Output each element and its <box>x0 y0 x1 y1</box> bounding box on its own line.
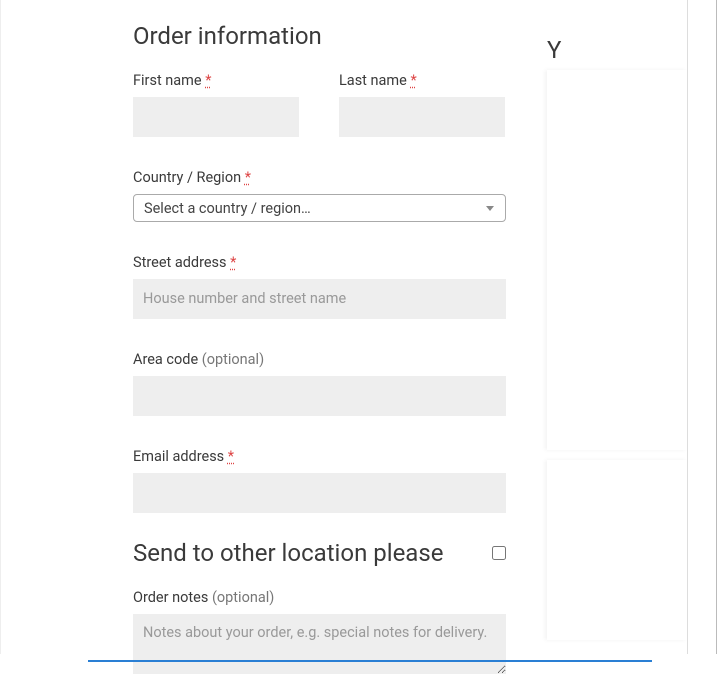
required-marker: * <box>245 169 251 186</box>
right-panel-heading: Y <box>547 36 687 64</box>
area-code-field[interactable] <box>133 376 506 416</box>
street-field[interactable] <box>133 279 506 319</box>
right-panel <box>547 70 687 450</box>
required-marker: * <box>205 72 211 89</box>
last-name-label: Last name * <box>339 72 505 89</box>
email-label: Email address * <box>133 448 506 465</box>
order-info-heading: Order information <box>133 22 506 50</box>
country-select-placeholder: Select a country / region… <box>144 200 311 217</box>
street-label: Street address * <box>133 254 506 271</box>
optional-suffix: (optional) <box>212 589 274 606</box>
last-name-field[interactable] <box>339 97 505 137</box>
ship-other-heading: Send to other location please <box>133 539 443 567</box>
country-label: Country / Region * <box>133 169 506 186</box>
required-marker: * <box>410 72 416 89</box>
optional-suffix: (optional) <box>202 351 264 368</box>
email-field[interactable] <box>133 473 506 513</box>
order-notes-field[interactable] <box>133 614 506 674</box>
frame-border-left <box>0 0 1 654</box>
first-name-label: First name * <box>133 72 299 89</box>
first-name-field[interactable] <box>133 97 299 137</box>
order-notes-label: Order notes (optional) <box>133 589 506 606</box>
country-select[interactable]: Select a country / region… <box>133 194 506 222</box>
chevron-down-icon <box>481 199 499 217</box>
area-code-label: Area code (optional) <box>133 351 506 368</box>
ship-other-checkbox[interactable] <box>492 546 506 560</box>
vertical-divider <box>687 0 688 654</box>
bottom-accent-line <box>88 660 652 662</box>
right-panel-lower <box>547 460 687 640</box>
required-marker: * <box>228 448 234 465</box>
required-marker: * <box>230 254 236 271</box>
